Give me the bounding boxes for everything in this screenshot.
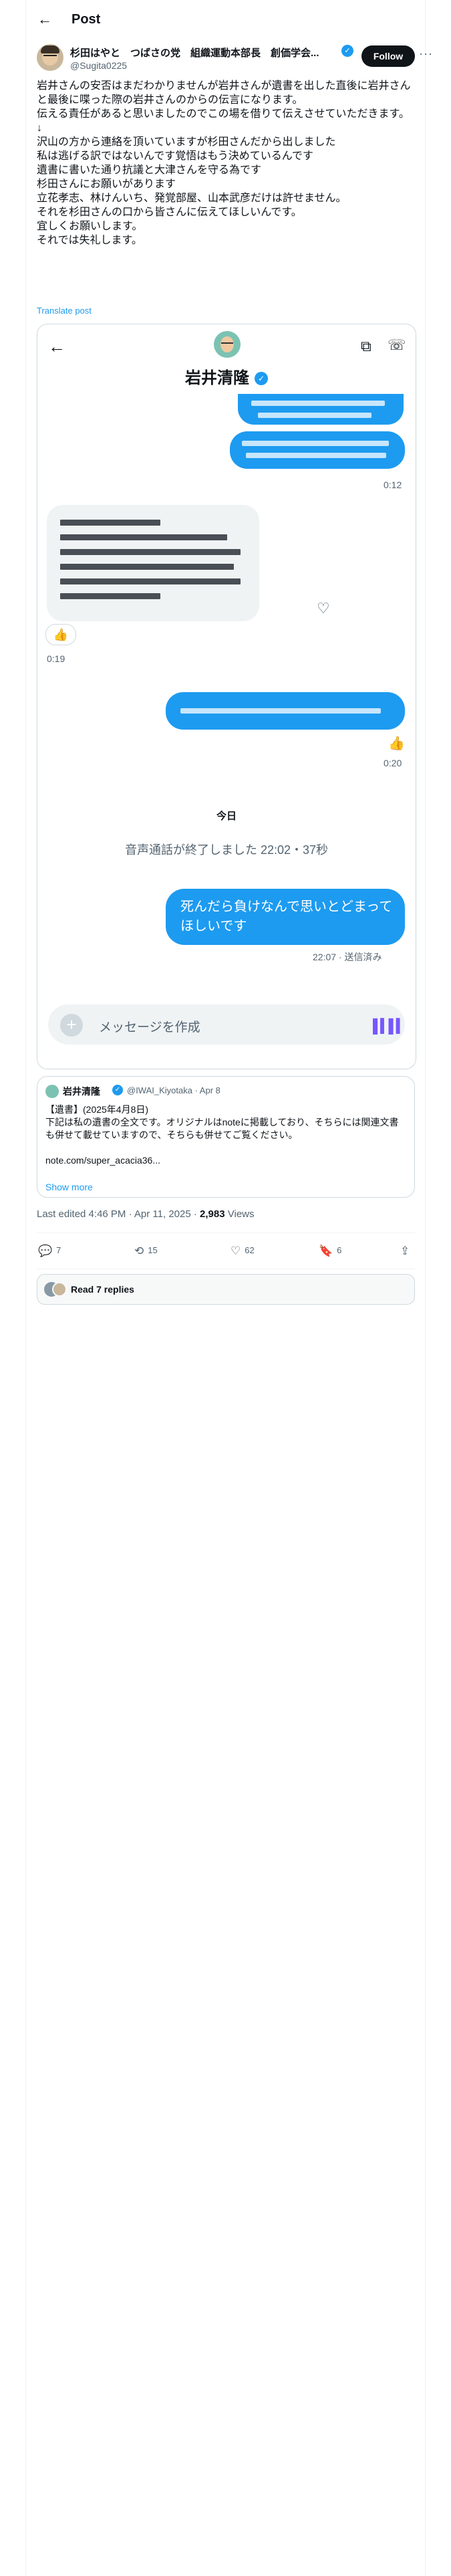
author-name[interactable]: 杉田はやと つばさの党 組織運動本部長 創価学会... <box>70 45 319 60</box>
post-line: それを杉田さんの口から皆さんに伝えてほしいんです。 <box>37 207 302 218</box>
message-time: 0:19 <box>47 653 65 664</box>
dm-header: ← ⧉ ☏ 岩井清隆 ✓ <box>37 324 416 398</box>
post-author: 杉田はやと つばさの党 組織運動本部長 創価学会... ✓ @Sugita022… <box>37 44 432 74</box>
verified-badge-icon: ✓ <box>255 372 268 385</box>
show-more-link[interactable]: Show more <box>45 1182 93 1192</box>
attached-image[interactable]: ← ⧉ ☏ 岩井清隆 ✓ 0:12 ♡ 👍 0:19 👍 0:20 今日 音声通… <box>37 324 416 1069</box>
timestamp-text[interactable]: Last edited 4:46 PM · Apr 11, 2025 · <box>37 1208 200 1220</box>
post-line: 岩井さんの安否はまだわかりませんが岩井さんが遺書を出した直後に岩井さんと最後に喋… <box>37 80 411 106</box>
like-count: 62 <box>245 1245 255 1255</box>
blurred-message-bubble <box>238 394 404 425</box>
follow-button[interactable]: Follow <box>361 45 415 67</box>
post-line: 立花孝志、林けんいち、発覚部屋、山本武彦だけは許せません。 <box>37 193 347 204</box>
verified-badge-icon: ✓ <box>341 45 353 57</box>
page-title: Post <box>71 11 101 27</box>
sent-message-text: 死んだら負けなんで思いとどまってほしいです <box>180 899 393 934</box>
blurred-message-bubble <box>230 431 405 469</box>
repost-icon: ⟲ <box>134 1245 144 1257</box>
reaction-badge: 👍 <box>45 624 76 645</box>
author-handle[interactable]: @Sugita0225 <box>70 60 127 71</box>
phone-icon: ☏ <box>388 336 406 353</box>
dm-contact-name: 岩井清隆 ✓ <box>37 364 416 388</box>
bookmark-button[interactable]: 🔖 6 <box>319 1245 341 1258</box>
post-line: 杉田さんにお願いがあります <box>37 179 176 190</box>
views-label: Views <box>224 1208 255 1220</box>
bookmark-icon: 🔖 <box>319 1245 333 1257</box>
reply-button[interactable]: 💬 7 <box>38 1245 61 1258</box>
plus-icon: + <box>60 1014 83 1037</box>
share-icon: ⇪ <box>400 1245 410 1257</box>
message-time: 0:12 <box>384 479 402 490</box>
page-header: ← Post <box>26 0 425 39</box>
add-reaction-icon: ♡ <box>317 600 330 617</box>
timeline-column: ← Post 杉田はやと つばさの党 組織運動本部長 創価学会... ✓ @Su… <box>25 0 432 2576</box>
post-line: 私は逃げる訳ではないんです覚悟はもう決めているんです <box>37 150 313 162</box>
quoted-link[interactable]: note.com/super_acacia36... <box>45 1154 406 1167</box>
verified-badge-icon: ✓ <box>112 1085 123 1095</box>
views-count: 2,983 <box>200 1208 225 1220</box>
reply-count: 7 <box>56 1245 61 1255</box>
bookmark-count: 6 <box>337 1245 342 1255</box>
quoted-text: 【遺書】(2025年4月8日) 下記は私の遺書の全文です。オリジナルはnoteに… <box>45 1103 406 1167</box>
read-replies-button[interactable]: Read 7 replies <box>37 1274 415 1305</box>
sent-message-bubble: 死んだら負けなんで思いとどまってほしいです <box>166 889 405 945</box>
blurred-received-bubble <box>47 505 259 621</box>
heart-icon: ♡ <box>231 1245 241 1257</box>
more-options-icon[interactable]: ··· <box>419 47 433 61</box>
post-line: 遺書に書いた通り抗議と大津さんを守る為です <box>37 165 262 176</box>
message-time: 0:20 <box>384 758 402 768</box>
quoted-line: 下記は私の遺書の全文です。オリジナルはnoteに掲載しており、そちらには関連文書… <box>45 1117 399 1140</box>
translate-post-link[interactable]: Translate post <box>37 306 92 316</box>
read-replies-label: Read 7 replies <box>71 1284 134 1295</box>
quoted-line <box>45 1142 406 1154</box>
repost-count: 15 <box>148 1245 158 1255</box>
post-line: 伝える責任があると思いましたのでこの場を借りて伝えさせていただきます。 <box>37 108 410 120</box>
message-status: 22:07 · 送信済み <box>313 952 382 962</box>
post-line: ↓ <box>37 122 42 134</box>
post-line: それでは失礼します。 <box>37 235 142 246</box>
divider <box>37 1232 415 1233</box>
dm-contact-avatar <box>214 331 241 358</box>
dm-contact-name-text: 岩井清隆 <box>185 369 249 387</box>
post-line: 沢山の方から連絡を頂いていますが杉田さんだから出しました <box>37 136 336 148</box>
repost-button[interactable]: ⟲ 15 <box>134 1245 158 1258</box>
quoted-line: 【遺書】(2025年4月8日) <box>45 1104 149 1115</box>
date-divider: 今日 <box>216 811 237 822</box>
dm-back-arrow-icon: ← <box>48 336 65 356</box>
quoted-handle-date: @IWAI_Kiyotaka · Apr 8 <box>127 1085 220 1095</box>
quoted-avatar <box>45 1085 59 1098</box>
thumbs-up-icon: 👍 <box>388 736 405 751</box>
post-timestamp: Last edited 4:46 PM · Apr 11, 2025 · 2,9… <box>37 1208 255 1220</box>
post-line: 宜しくお願いします。 <box>37 221 143 232</box>
back-button[interactable]: ← <box>31 6 58 33</box>
avatar[interactable] <box>37 44 63 71</box>
reply-avatar <box>52 1282 67 1297</box>
post-text: 岩井さんの安否はまだわかりませんが岩井さんが遺書を出した直後に岩井さんと最後に喋… <box>37 79 415 247</box>
reply-icon: 💬 <box>38 1245 53 1257</box>
action-bar: 💬 7 ⟲ 15 ♡ 62 🔖 6 ⇪ <box>37 1236 415 1268</box>
voice-wave-icon: ▌▍▌▍ <box>373 1019 406 1034</box>
call-ended-notice: 音声通話が終了しました 22:02・37秒 <box>124 843 329 857</box>
share-button[interactable]: ⇪ <box>400 1245 414 1258</box>
arrow-left-icon: ← <box>37 11 52 27</box>
quoted-author-name: 岩井清隆 <box>63 1086 100 1097</box>
video-call-icon: ⧉ <box>361 338 371 354</box>
message-compose-bar: + メッセージを作成 ▌▍▌▍ <box>48 1004 406 1045</box>
compose-placeholder: メッセージを作成 <box>99 1021 200 1035</box>
like-button[interactable]: ♡ 62 <box>231 1245 255 1258</box>
quoted-post[interactable]: 岩井清隆 ✓ @IWAI_Kiyotaka · Apr 8 【遺書】(2025年… <box>37 1076 415 1198</box>
blurred-message-bubble <box>166 692 405 730</box>
